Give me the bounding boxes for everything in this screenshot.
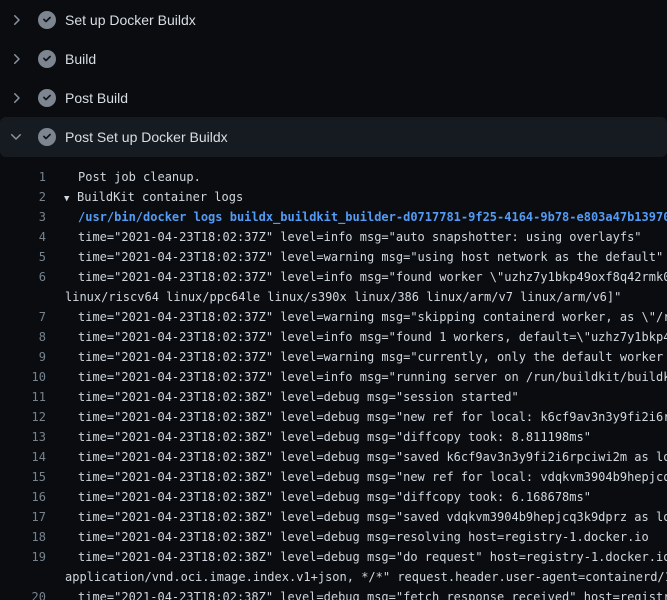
log-text: time="2021-04-23T18:02:38Z" level=debug …: [78, 427, 591, 447]
line-number[interactable]: 8: [0, 327, 46, 347]
log-text: time="2021-04-23T18:02:37Z" level=info m…: [78, 367, 667, 387]
log-line-20: 20 time="2021-04-23T18:02:38Z" level=debu…: [0, 587, 667, 600]
step-title: Set up Docker Buildx: [65, 12, 196, 28]
log-text: time="2021-04-23T18:02:37Z" level=info m…: [78, 267, 667, 287]
actions-log-viewer: Set up Docker Buildx Build Post Build: [0, 0, 667, 600]
line-number[interactable]: 2: [0, 187, 46, 207]
log-text: time="2021-04-23T18:02:38Z" level=debug …: [78, 387, 519, 407]
line-number[interactable]: 7: [0, 307, 46, 327]
group-expanded-triangle-icon: ▼: [64, 189, 77, 207]
step-title: Post Build: [65, 90, 128, 106]
line-number[interactable]: 13: [0, 427, 46, 447]
log-text: time="2021-04-23T18:02:38Z" level=debug …: [78, 487, 591, 507]
line-number[interactable]: 6: [0, 267, 46, 287]
line-number[interactable]: 10: [0, 367, 46, 387]
chevron-right-icon: [8, 12, 24, 28]
log-text: Post job cleanup.: [78, 167, 201, 187]
log-line-wrap: linux/riscv64 linux/ppc64le linux/s390x …: [0, 287, 667, 307]
log-line-4: 4 time="2021-04-23T18:02:37Z" level=info …: [0, 227, 667, 247]
log-text: time="2021-04-23T18:02:37Z" level=info m…: [78, 227, 642, 247]
log-text: time="2021-04-23T18:02:37Z" level=warnin…: [78, 247, 663, 267]
line-number[interactable]: 14: [0, 447, 46, 467]
log-line-5: 5 time="2021-04-23T18:02:37Z" level=warni…: [0, 247, 667, 267]
step-header-post-build[interactable]: Post Build: [0, 78, 667, 117]
chevron-down-icon: [8, 129, 24, 145]
line-number[interactable]: 18: [0, 527, 46, 547]
check-circle-icon: [38, 89, 56, 107]
log-line-3: 3/usr/bin/docker logs buildx_buildkit_bu…: [0, 207, 667, 227]
line-number[interactable]: 5: [0, 247, 46, 267]
log-group-toggle[interactable]: ▼BuildKit container logs: [64, 187, 243, 207]
log-text: time="2021-04-23T18:02:37Z" level=warnin…: [78, 307, 667, 327]
log-text: time="2021-04-23T18:02:38Z" level=debug …: [78, 547, 667, 567]
log-command-text: /usr/bin/docker logs buildx_buildkit_bui…: [78, 207, 667, 227]
line-number[interactable]: 17: [0, 507, 46, 527]
chevron-right-icon: [8, 90, 24, 106]
line-number: [0, 567, 46, 587]
check-circle-icon: [38, 11, 56, 29]
line-number[interactable]: 19: [0, 547, 46, 567]
check-circle-icon: [38, 50, 56, 68]
line-number[interactable]: 3: [0, 207, 46, 227]
log-line-12: 12 time="2021-04-23T18:02:38Z" level=debu…: [0, 407, 667, 427]
chevron-right-icon: [8, 51, 24, 67]
log-line-8: 8 time="2021-04-23T18:02:37Z" level=info …: [0, 327, 667, 347]
step-title: Post Set up Docker Buildx: [65, 129, 228, 145]
log-text: time="2021-04-23T18:02:38Z" level=debug …: [78, 507, 667, 527]
log-line-9: 9 time="2021-04-23T18:02:37Z" level=warni…: [0, 347, 667, 367]
log-line-11: 11 time="2021-04-23T18:02:38Z" level=debu…: [0, 387, 667, 407]
log-line-19: 19 time="2021-04-23T18:02:38Z" level=debu…: [0, 547, 667, 567]
line-number[interactable]: 15: [0, 467, 46, 487]
step-title: Build: [65, 51, 96, 67]
log-line-18: 18 time="2021-04-23T18:02:38Z" level=debu…: [0, 527, 667, 547]
line-number: [0, 287, 46, 307]
line-number[interactable]: 16: [0, 487, 46, 507]
log-text: time="2021-04-23T18:02:38Z" level=debug …: [78, 467, 667, 487]
log-text: application/vnd.oci.image.index.v1+json,…: [65, 567, 667, 587]
log-pane: 1 Post job cleanup. 2 ▼BuildKit container l…: [0, 157, 667, 600]
log-text: time="2021-04-23T18:02:38Z" level=debug …: [78, 447, 667, 467]
line-number[interactable]: 12: [0, 407, 46, 427]
step-list: Set up Docker Buildx Build Post Build: [0, 0, 667, 157]
log-line-16: 16 time="2021-04-23T18:02:38Z" level=debu…: [0, 487, 667, 507]
log-text: linux/riscv64 linux/ppc64le linux/s390x …: [65, 287, 621, 307]
log-line-6: 6 time="2021-04-23T18:02:37Z" level=info …: [0, 267, 667, 287]
log-text: time="2021-04-23T18:02:38Z" level=debug …: [78, 587, 667, 600]
line-number[interactable]: 11: [0, 387, 46, 407]
log-line-7: 7 time="2021-04-23T18:02:37Z" level=warni…: [0, 307, 667, 327]
check-circle-icon: [38, 128, 56, 146]
log-text: time="2021-04-23T18:02:37Z" level=warnin…: [78, 347, 667, 367]
log-line-1: 1 Post job cleanup.: [0, 167, 667, 187]
line-number[interactable]: 20: [0, 587, 46, 600]
log-line-2: 2 ▼BuildKit container logs: [0, 187, 667, 207]
step-header-build[interactable]: Build: [0, 39, 667, 78]
line-number[interactable]: 9: [0, 347, 46, 367]
step-header-set-up-docker-buildx[interactable]: Set up Docker Buildx: [0, 0, 667, 39]
line-number[interactable]: 4: [0, 227, 46, 247]
log-line-10: 10 time="2021-04-23T18:02:37Z" level=info…: [0, 367, 667, 387]
log-text: time="2021-04-23T18:02:38Z" level=debug …: [78, 527, 649, 547]
log-text: time="2021-04-23T18:02:38Z" level=debug …: [78, 407, 667, 427]
log-text: time="2021-04-23T18:02:37Z" level=info m…: [78, 327, 667, 347]
step-header-post-set-up-docker-buildx[interactable]: Post Set up Docker Buildx: [0, 117, 667, 157]
line-number[interactable]: 1: [0, 167, 46, 187]
log-line-wrap: application/vnd.oci.image.index.v1+json,…: [0, 567, 667, 587]
log-line-13: 13 time="2021-04-23T18:02:38Z" level=debu…: [0, 427, 667, 447]
log-line-15: 15 time="2021-04-23T18:02:38Z" level=debu…: [0, 467, 667, 487]
log-line-14: 14 time="2021-04-23T18:02:38Z" level=debu…: [0, 447, 667, 467]
log-line-17: 17 time="2021-04-23T18:02:38Z" level=debu…: [0, 507, 667, 527]
